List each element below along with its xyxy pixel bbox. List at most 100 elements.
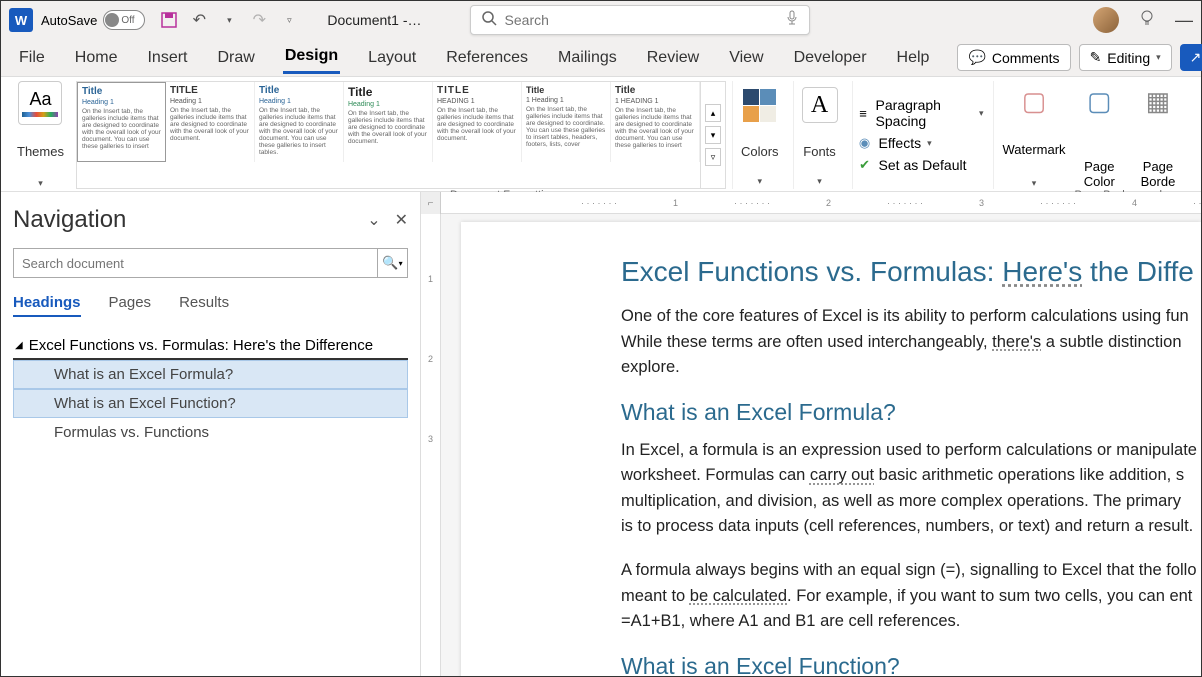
- fonts-icon: A: [802, 87, 838, 123]
- search-icon: [481, 10, 497, 31]
- undo-dropdown-icon[interactable]: ▾: [219, 10, 239, 30]
- colors-icon: [743, 89, 776, 122]
- doc-paragraph[interactable]: One of the core features of Excel is its…: [621, 304, 1201, 381]
- nav-search-button[interactable]: 🔍▾: [377, 249, 407, 277]
- page-borders-button[interactable]: ▦ Page Borde: [1133, 81, 1183, 189]
- main-area: Navigation ⌄ ✕ 🔍▾ Headings Pages Results…: [1, 192, 1201, 676]
- gallery-item[interactable]: TitleHeading 1On the Insert tab, the gal…: [255, 82, 344, 162]
- tab-file[interactable]: File: [17, 43, 47, 73]
- gallery-up-icon[interactable]: ▴: [705, 104, 721, 122]
- title-bar: W AutoSave Off ↶ ▾ ↷ ▿ Document1 -… —: [1, 1, 1201, 39]
- chevron-down-icon: ▾: [1032, 178, 1037, 189]
- watermark-button[interactable]: ▢ Watermark ▾: [1002, 81, 1065, 189]
- nav-title: Navigation: [13, 206, 126, 234]
- nav-search[interactable]: 🔍▾: [13, 248, 408, 278]
- page-background-group: ▢ Watermark ▾ ▢ Page Color ▦ Page Borde: [993, 81, 1191, 189]
- nav-heading-l1[interactable]: ◢ Excel Functions vs. Formulas: Here's t…: [13, 333, 408, 360]
- tab-design[interactable]: Design: [283, 41, 340, 74]
- chevron-down-icon: ▾: [38, 178, 43, 189]
- paragraph-spacing-button[interactable]: ≡Paragraph Spacing▾: [857, 97, 984, 129]
- nav-tabs: Headings Pages Results: [13, 294, 408, 317]
- doc-heading-2[interactable]: What is an Excel Formula?: [621, 399, 1201, 426]
- chevron-down-icon: ▾: [757, 176, 762, 187]
- nav-tab-pages[interactable]: Pages: [109, 294, 152, 317]
- gallery-item[interactable]: TITLEHEADING 1On the Insert tab, the gal…: [433, 82, 522, 162]
- gallery-item[interactable]: TITLEHeading 1On the Insert tab, the gal…: [166, 82, 255, 162]
- nav-collapse-icon[interactable]: ⌄: [367, 210, 380, 230]
- quick-access-toolbar: ↶ ▾ ↷ ▿: [159, 10, 299, 30]
- nav-tab-headings[interactable]: Headings: [13, 294, 81, 317]
- nav-heading-l2[interactable]: What is an Excel Function?: [13, 389, 408, 418]
- spacing-icon: ≡: [857, 105, 870, 121]
- search-input[interactable]: [505, 12, 777, 28]
- doc-heading-2[interactable]: What is an Excel Function?: [621, 653, 1201, 676]
- tab-review[interactable]: Review: [645, 43, 701, 73]
- toggle-knob: [105, 13, 119, 27]
- tab-references[interactable]: References: [444, 43, 530, 73]
- themes-label: Themes: [17, 144, 64, 159]
- tab-layout[interactable]: Layout: [366, 43, 418, 73]
- fonts-button[interactable]: A Fonts ▾: [793, 81, 846, 189]
- page-color-button[interactable]: ▢ Page Color: [1076, 81, 1123, 189]
- autosave-control[interactable]: AutoSave Off: [41, 10, 145, 30]
- page-borders-icon: ▦: [1140, 81, 1176, 121]
- minimize-icon[interactable]: —: [1175, 10, 1193, 31]
- doc-paragraph[interactable]: A formula always begins with an equal si…: [621, 558, 1201, 635]
- doc-paragraph[interactable]: In Excel, a formula is an expression use…: [621, 438, 1201, 540]
- editing-button[interactable]: ✎ Editing ▾: [1079, 44, 1172, 71]
- autosave-toggle[interactable]: Off: [103, 10, 145, 30]
- tab-insert[interactable]: Insert: [145, 43, 189, 73]
- navigation-pane: Navigation ⌄ ✕ 🔍▾ Headings Pages Results…: [1, 192, 421, 676]
- nav-close-icon[interactable]: ✕: [395, 210, 408, 230]
- share-button[interactable]: ↗ Sh: [1180, 44, 1202, 71]
- colors-button[interactable]: Colors ▾: [732, 81, 787, 189]
- redo-icon[interactable]: ↷: [249, 10, 269, 30]
- effects-icon: ◉: [857, 135, 873, 151]
- horizontal-ruler[interactable]: ⌐ · · · · · · · 1 · · · · · · · 2 · · · …: [421, 192, 1201, 214]
- qat-customize-icon[interactable]: ▿: [279, 10, 299, 30]
- style-gallery: TitleHeading 1On the Insert tab, the gal…: [76, 81, 726, 189]
- gallery-item[interactable]: TitleHeading 1On the Insert tab, the gal…: [77, 82, 166, 162]
- lightbulb-icon[interactable]: [1139, 9, 1155, 32]
- gallery-item[interactable]: Title1 HEADING 1On the Insert tab, the g…: [611, 82, 700, 162]
- nav-heading-l2[interactable]: Formulas vs. Functions: [13, 418, 408, 447]
- undo-icon[interactable]: ↶: [189, 10, 209, 30]
- mic-icon[interactable]: [785, 10, 799, 31]
- user-avatar[interactable]: [1093, 7, 1119, 33]
- themes-group[interactable]: Aa Themes ▾: [11, 81, 70, 189]
- tab-view[interactable]: View: [727, 43, 765, 73]
- themes-icon: Aa: [18, 81, 62, 125]
- ruler-corner: ⌐: [421, 192, 441, 214]
- tab-draw[interactable]: Draw: [215, 43, 256, 73]
- tab-developer[interactable]: Developer: [792, 43, 869, 73]
- effects-button[interactable]: ◉Effects▾: [857, 135, 984, 151]
- gallery-item[interactable]: Title1 Heading 1On the Insert tab, the g…: [522, 82, 611, 162]
- nav-search-input[interactable]: [14, 249, 377, 277]
- collapse-triangle-icon[interactable]: ◢: [15, 340, 23, 351]
- gallery-down-icon[interactable]: ▾: [705, 126, 721, 144]
- word-app-icon: W: [9, 8, 33, 32]
- chevron-down-icon: ▾: [979, 108, 984, 119]
- document-title[interactable]: Document1 -…: [327, 12, 421, 28]
- chevron-down-icon: ▾: [817, 176, 822, 187]
- comments-button[interactable]: 💬 Comments: [957, 44, 1070, 71]
- set-default-button[interactable]: ✔Set as Default: [857, 157, 984, 173]
- document-page[interactable]: Excel Functions vs. Formulas: Here's the…: [461, 222, 1201, 676]
- autosave-state: Off: [121, 15, 134, 26]
- gallery-more-icon[interactable]: ▿: [705, 148, 721, 166]
- check-icon: ✔: [857, 157, 873, 173]
- search-box[interactable]: [470, 5, 810, 35]
- doc-heading-1[interactable]: Excel Functions vs. Formulas: Here's the…: [621, 256, 1201, 288]
- comment-icon: 💬: [968, 49, 985, 66]
- autosave-label: AutoSave: [41, 13, 97, 28]
- vertical-ruler[interactable]: 1 2 3: [421, 214, 441, 676]
- design-options: ≡Paragraph Spacing▾ ◉Effects▾ ✔Set as De…: [852, 81, 988, 189]
- pencil-icon: ✎: [1090, 49, 1102, 66]
- tab-mailings[interactable]: Mailings: [556, 43, 619, 73]
- nav-tab-results[interactable]: Results: [179, 294, 229, 317]
- save-icon[interactable]: [159, 10, 179, 30]
- tab-home[interactable]: Home: [73, 43, 120, 73]
- gallery-item[interactable]: TitleHeading 1On the Insert tab, the gal…: [344, 82, 433, 162]
- nav-heading-l2[interactable]: What is an Excel Formula?: [13, 360, 408, 389]
- tab-help[interactable]: Help: [895, 43, 932, 73]
